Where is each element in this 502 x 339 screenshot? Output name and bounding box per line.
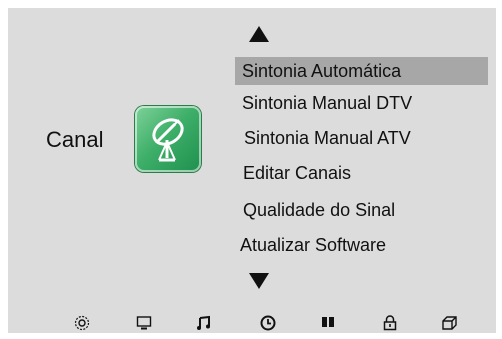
channel-bars-icon[interactable] (319, 314, 337, 332)
menu-item-sintonia-manual-dtv[interactable]: Sintonia Manual DTV (242, 89, 412, 117)
menu-item-sintonia-manual-atv[interactable]: Sintonia Manual ATV (244, 124, 411, 152)
menu-item-qualidade-do-sinal[interactable]: Qualidade do Sinal (243, 196, 395, 224)
satellite-dish-icon (135, 106, 201, 172)
sound-music-icon[interactable] (195, 314, 213, 332)
arrow-down-icon[interactable] (249, 273, 269, 289)
menu-item-sintonia-automatica[interactable]: Sintonia Automática (235, 57, 488, 85)
menu-item-editar-canais[interactable]: Editar Canais (243, 159, 351, 187)
arrow-up-icon[interactable] (249, 26, 269, 42)
storage-icon[interactable] (440, 314, 458, 332)
lock-icon[interactable] (381, 314, 399, 332)
bottom-icon-bar (8, 310, 496, 332)
picture-monitor-icon[interactable] (135, 314, 153, 332)
menu-item-atualizar-software[interactable]: Atualizar Software (240, 231, 386, 259)
settings-gear-icon[interactable] (73, 314, 91, 332)
category-title: Canal (46, 127, 104, 152)
tv-menu-screen: Canal Sintonia Automática Sintonia Manua… (8, 8, 496, 333)
time-clock-icon[interactable] (259, 314, 277, 332)
